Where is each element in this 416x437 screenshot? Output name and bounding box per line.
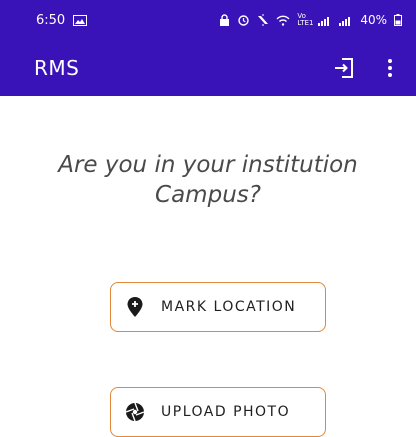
alarm-icon bbox=[238, 15, 250, 26]
mark-location-button[interactable]: MARK LOCATION bbox=[110, 282, 326, 332]
status-bar: 6:50 Vo LTE1 40% bbox=[0, 0, 416, 40]
logout-button[interactable] bbox=[330, 54, 358, 82]
app-actions bbox=[330, 54, 404, 82]
vibrate-icon bbox=[258, 14, 269, 26]
signal-icon-2 bbox=[339, 16, 351, 26]
app-bar: RMS bbox=[0, 40, 416, 96]
campus-question: Are you in your institution Campus? bbox=[0, 150, 416, 210]
status-right: Vo LTE1 40% bbox=[219, 13, 402, 27]
upload-photo-button[interactable]: UPLOAD PHOTO bbox=[110, 387, 326, 437]
gallery-icon bbox=[73, 14, 88, 26]
signal-icon-1 bbox=[318, 16, 330, 26]
lock-icon bbox=[220, 14, 230, 26]
more-vertical-icon bbox=[388, 59, 392, 77]
question-line-1: Are you in your institution bbox=[58, 152, 358, 178]
app-title: RMS bbox=[34, 56, 80, 80]
upload-photo-label: UPLOAD PHOTO bbox=[161, 404, 291, 420]
overflow-menu-button[interactable] bbox=[376, 54, 404, 82]
camera-aperture-icon bbox=[125, 402, 145, 422]
status-time: 6:50 bbox=[36, 12, 66, 28]
wifi-icon bbox=[276, 15, 290, 26]
battery-icon bbox=[394, 14, 402, 26]
battery-percent: 40% bbox=[360, 13, 387, 27]
logout-icon bbox=[335, 58, 353, 78]
mark-location-label: MARK LOCATION bbox=[161, 299, 297, 315]
status-left: 6:50 bbox=[36, 12, 88, 28]
location-pin-icon bbox=[125, 297, 145, 317]
network-label: Vo LTE1 bbox=[297, 12, 314, 27]
question-line-2: Campus? bbox=[155, 182, 261, 208]
